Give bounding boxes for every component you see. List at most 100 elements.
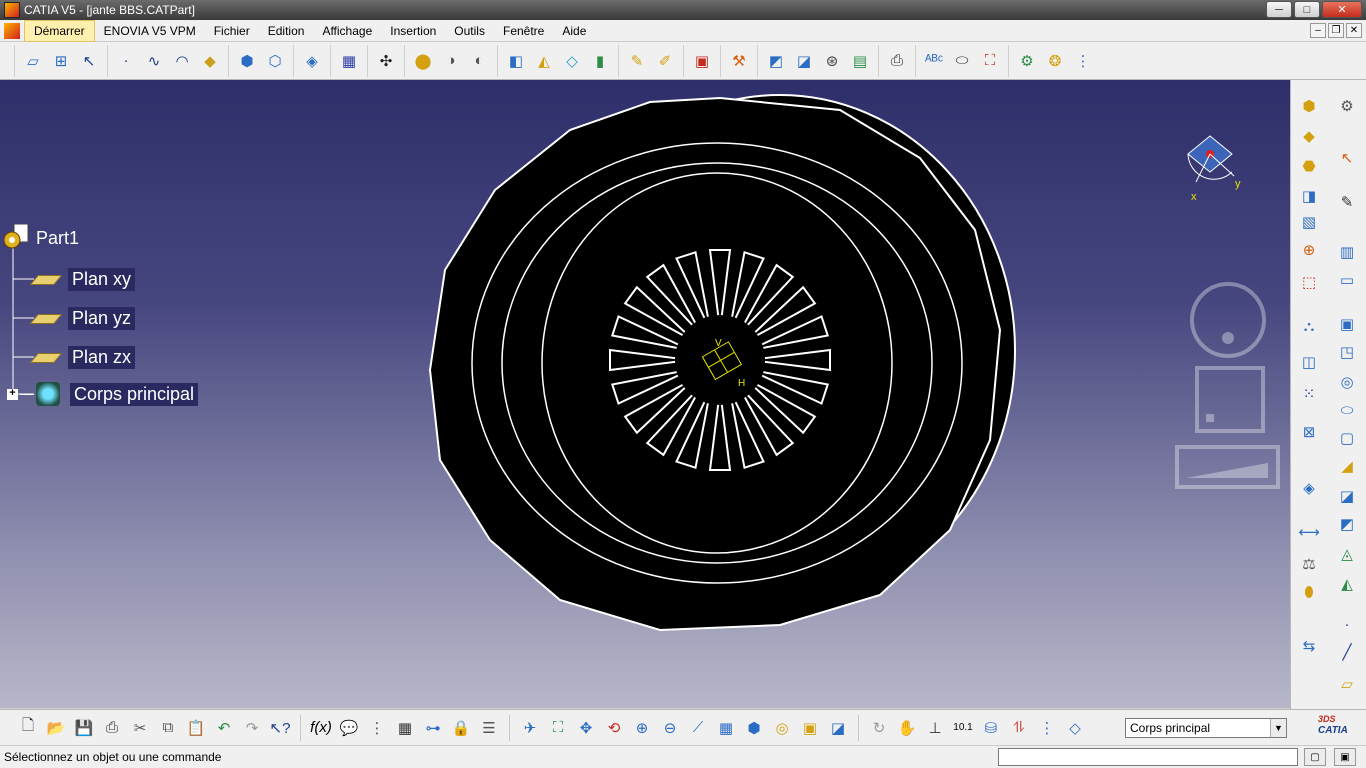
menu-outils[interactable]: Outils (445, 21, 494, 41)
inertia-icon[interactable]: ⚖ (1297, 552, 1321, 576)
reference-plane-icon[interactable]: ▱ (1335, 672, 1359, 696)
plane-icon[interactable]: ◆ (198, 49, 222, 73)
pad-icon[interactable]: ⬢ (1297, 94, 1321, 118)
pocket-icon[interactable]: ⬡ (263, 49, 287, 73)
paste-icon[interactable]: 📋 (184, 716, 208, 740)
scan-icon[interactable]: ⥮ (1007, 716, 1031, 740)
split-icon[interactable]: ◎ (1335, 370, 1359, 394)
tools-icon[interactable]: ⚙ (1335, 94, 1359, 118)
tree-node-plan-yz[interactable]: Plan yz (29, 307, 136, 330)
list-icon[interactable]: ☰ (477, 716, 501, 740)
quick-view-icon[interactable]: ▦ (714, 716, 738, 740)
status-button-1[interactable]: ▢ (1304, 748, 1326, 766)
plane-icon[interactable]: ◢ (1335, 454, 1359, 478)
normal-view-icon[interactable]: ⟋ (686, 716, 710, 740)
cut-icon[interactable]: ✂ (128, 716, 152, 740)
list-icon[interactable]: ⋮ (1035, 716, 1059, 740)
loft-icon[interactable]: ◑ (439, 49, 463, 73)
shell-icon[interactable]: ▣ (1335, 312, 1359, 336)
rotate-icon[interactable]: ⟲ (602, 716, 626, 740)
comment-icon[interactable]: 💬 (337, 716, 361, 740)
catalog-icon[interactable]: ❂ (1043, 49, 1067, 73)
fly-icon[interactable]: ✈ (518, 716, 542, 740)
render-style-icon[interactable]: ◎ (770, 716, 794, 740)
shaft-icon[interactable]: ◈ (300, 49, 324, 73)
pan-icon[interactable]: ✥ (574, 716, 598, 740)
positioned-sketch-icon[interactable]: ⊞ (49, 49, 73, 73)
pattern-icon[interactable]: ⁙ (1297, 382, 1321, 406)
document-icon[interactable] (4, 22, 20, 39)
tools-icon[interactable]: ⚙ (1015, 49, 1039, 73)
reorder-icon[interactable]: ⇆ (1297, 634, 1321, 658)
menu-demarrer[interactable]: Démarrer (24, 19, 95, 42)
zoom-in-icon[interactable]: ⊕ (630, 716, 654, 740)
apply-material-icon[interactable]: ▣ (690, 49, 714, 73)
tree-expander[interactable]: + (7, 387, 18, 400)
maximize-button[interactable]: □ (1294, 1, 1320, 18)
chevron-down-icon[interactable]: ▼ (1270, 719, 1286, 737)
zoom-out-icon[interactable]: ⊖ (658, 716, 682, 740)
edge-fillet-icon[interactable]: ▥ (1335, 240, 1359, 264)
rib-icon[interactable]: ▮ (588, 49, 612, 73)
tree-node-corps-principal[interactable]: + Corps principal (7, 382, 199, 406)
3d-viewport[interactable]: V H x y Part1 Plan xy Plan yz Plan zx + … (0, 80, 1290, 708)
spline-icon[interactable]: ∿ (142, 49, 166, 73)
catia-app-icon[interactable] (4, 2, 20, 18)
tree-node-plan-xy[interactable]: Plan xy (29, 268, 136, 291)
hole-icon[interactable]: ⛶ (978, 49, 1002, 73)
command-input[interactable] (998, 748, 1298, 766)
constraint-icon[interactable]: ▤ (848, 49, 872, 73)
table-icon[interactable]: ▦ (393, 716, 417, 740)
pattern-icon[interactable]: ▦ (337, 49, 361, 73)
chamfer-icon[interactable]: ▭ (1335, 268, 1359, 292)
analysis-icon[interactable]: ᴬᴮᶜ (922, 49, 946, 73)
solid-icon[interactable]: ⬤ (411, 49, 435, 73)
close-surface-icon[interactable]: ▢ (1335, 426, 1359, 450)
circle-icon[interactable]: ◠ (170, 49, 194, 73)
compass-widget[interactable] (1187, 135, 1235, 183)
sweep-icon[interactable]: ◐ (467, 49, 491, 73)
point-icon[interactable]: · (1335, 612, 1359, 636)
add-icon[interactable]: ◩ (1335, 512, 1359, 536)
pocket-icon[interactable]: ◆ (1297, 124, 1321, 148)
transform-icon[interactable]: ◩ (764, 49, 788, 73)
draft-icon[interactable]: ◇ (560, 49, 584, 73)
body-icon[interactable]: ◈ (1297, 476, 1321, 500)
menu-aide[interactable]: Aide (553, 21, 595, 41)
scale-icon[interactable]: ⊠ (1297, 420, 1321, 444)
sew-surface-icon[interactable]: ⬭ (1335, 398, 1359, 422)
menu-fichier[interactable]: Fichier (205, 21, 259, 41)
boolean-icon[interactable]: ◪ (1335, 484, 1359, 508)
units-icon[interactable]: 10.1 (951, 716, 975, 740)
menu-enovia[interactable]: ENOVIA V5 VPM (95, 21, 205, 41)
doc-restore-button[interactable]: ❐ (1328, 23, 1344, 38)
current-body-select[interactable]: Corps principal ▼ (1125, 718, 1287, 738)
thickness-icon[interactable]: ⛬ (1297, 314, 1321, 338)
undo-icon[interactable]: ↶ (212, 716, 236, 740)
scale-icon[interactable]: ⊛ (820, 49, 844, 73)
shaft-icon[interactable]: ⬣ (1297, 154, 1321, 178)
rib-icon[interactable]: ⊕ (1297, 238, 1321, 262)
open-icon[interactable]: 📂 (44, 716, 68, 740)
fit-all-icon[interactable]: ⛶ (546, 716, 570, 740)
hole-icon[interactable]: ▧ (1297, 210, 1321, 234)
edge-fillet-icon[interactable]: ⚒ (727, 49, 751, 73)
views-icon[interactable]: ⬢ (742, 716, 766, 740)
axis-system-icon[interactable]: ⊥ (923, 716, 947, 740)
formula-icon[interactable]: f(x) (309, 716, 333, 740)
update-icon[interactable]: ↻ (867, 716, 891, 740)
sketch-icon[interactable]: ✎ (1335, 190, 1359, 214)
intersect-icon[interactable]: ◭ (1335, 572, 1359, 596)
chamfer-icon[interactable]: ⬭ (950, 49, 974, 73)
whats-this-icon[interactable]: ↖? (268, 716, 292, 740)
menu-affichage[interactable]: Affichage (313, 21, 381, 41)
select-arrow-icon[interactable]: ↖ (1335, 146, 1359, 170)
lock-icon[interactable]: 🔒 (449, 716, 473, 740)
3d-annotation-icon[interactable]: ⛁ (979, 716, 1003, 740)
remove-icon[interactable]: ◬ (1335, 542, 1359, 566)
groove-icon[interactable]: ◨ (1297, 184, 1321, 208)
camera-icon[interactable]: ⎙ (885, 49, 909, 73)
point-icon[interactable]: · (114, 49, 138, 73)
measure-icon[interactable]: ✣ (374, 49, 398, 73)
help-pointer-icon[interactable]: ↖ (77, 49, 101, 73)
